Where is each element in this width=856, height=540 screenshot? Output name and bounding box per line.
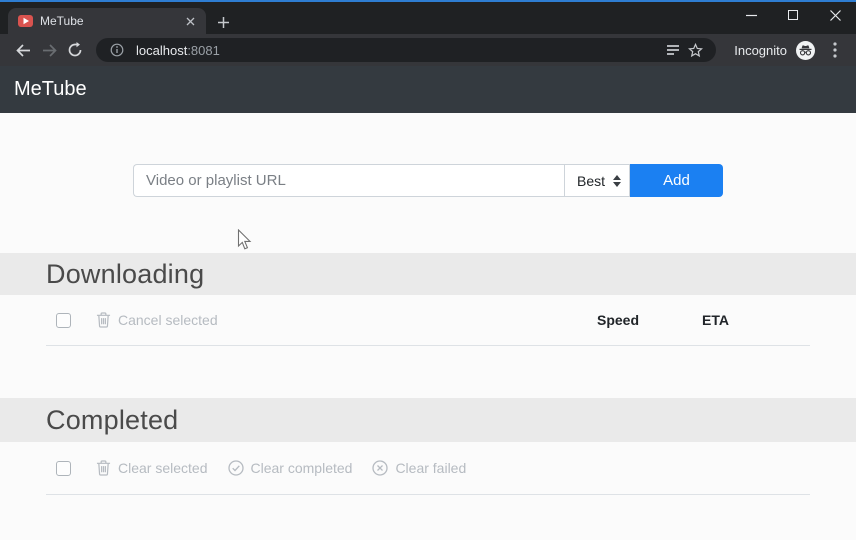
address-host: localhost bbox=[136, 42, 188, 58]
downloading-title: Downloading bbox=[46, 258, 205, 289]
address-port: :8081 bbox=[187, 42, 220, 58]
incognito-icon bbox=[796, 40, 815, 60]
add-button[interactable]: Add bbox=[630, 164, 723, 197]
browser-menu-kebab-icon[interactable] bbox=[824, 39, 846, 61]
minimize-icon[interactable] bbox=[730, 0, 772, 30]
metube-favicon-icon bbox=[18, 15, 33, 27]
bookmark-star-icon[interactable] bbox=[684, 40, 706, 60]
x-circle-icon bbox=[372, 460, 389, 476]
app-navbar: MeTube bbox=[0, 66, 856, 113]
quality-selected-value: Best bbox=[577, 172, 606, 189]
tab-close-icon[interactable] bbox=[182, 13, 198, 29]
eta-column-header: ETA bbox=[702, 312, 729, 328]
window-controls bbox=[730, 0, 856, 30]
quality-select[interactable]: Best bbox=[564, 164, 630, 197]
cancel-selected-button[interactable]: Cancel selected bbox=[96, 312, 218, 328]
maximize-icon[interactable] bbox=[772, 0, 814, 30]
completed-divider bbox=[46, 494, 810, 495]
cancel-selected-label: Cancel selected bbox=[118, 312, 218, 328]
add-url-form: Best Add bbox=[0, 164, 856, 197]
downloading-section-header: Downloading bbox=[0, 253, 856, 295]
address-bar[interactable]: localhost:8081 bbox=[96, 38, 717, 62]
app-brand: MeTube bbox=[14, 78, 87, 100]
reading-list-lines-icon[interactable] bbox=[662, 40, 684, 60]
clear-selected-button[interactable]: Clear selected bbox=[96, 460, 208, 476]
select-arrows-icon bbox=[613, 174, 622, 187]
refresh-icon[interactable] bbox=[62, 37, 88, 63]
completed-section-header: Completed bbox=[0, 398, 856, 442]
completed-title: Completed bbox=[46, 404, 179, 435]
speed-column-header: Speed bbox=[597, 312, 640, 328]
tab-title: MeTube bbox=[40, 14, 84, 28]
completed-select-all-checkbox[interactable] bbox=[56, 460, 71, 476]
clear-completed-button[interactable]: Clear completed bbox=[227, 460, 353, 476]
browser-toolbar: localhost:8081 Incognito bbox=[0, 34, 856, 66]
browser-titlebar: MeTube bbox=[0, 0, 856, 34]
trash-icon bbox=[96, 312, 111, 328]
browser-tab-metube[interactable]: MeTube bbox=[8, 8, 206, 34]
downloading-toolbar: Cancel selected Speed ETA bbox=[0, 295, 856, 345]
video-url-input[interactable] bbox=[133, 164, 564, 197]
address-url[interactable]: localhost:8081 bbox=[136, 43, 662, 58]
clear-completed-label: Clear completed bbox=[250, 460, 353, 476]
page-info-icon[interactable] bbox=[106, 40, 128, 60]
incognito-label: Incognito bbox=[734, 42, 787, 58]
clear-failed-button[interactable]: Clear failed bbox=[372, 460, 466, 476]
trash-icon bbox=[96, 460, 111, 476]
clear-selected-label: Clear selected bbox=[118, 460, 208, 476]
clear-failed-label: Clear failed bbox=[395, 460, 467, 476]
downloading-divider bbox=[46, 345, 810, 346]
back-icon[interactable] bbox=[10, 37, 36, 63]
completed-toolbar: Clear selected Clear completed Clear fai… bbox=[0, 442, 856, 494]
new-tab-icon[interactable] bbox=[214, 13, 232, 31]
check-circle-icon bbox=[227, 460, 244, 476]
forward-icon[interactable] bbox=[36, 37, 62, 63]
downloading-select-all-checkbox[interactable] bbox=[56, 312, 71, 328]
mouse-cursor-icon bbox=[237, 228, 252, 256]
close-window-icon[interactable] bbox=[814, 0, 856, 30]
